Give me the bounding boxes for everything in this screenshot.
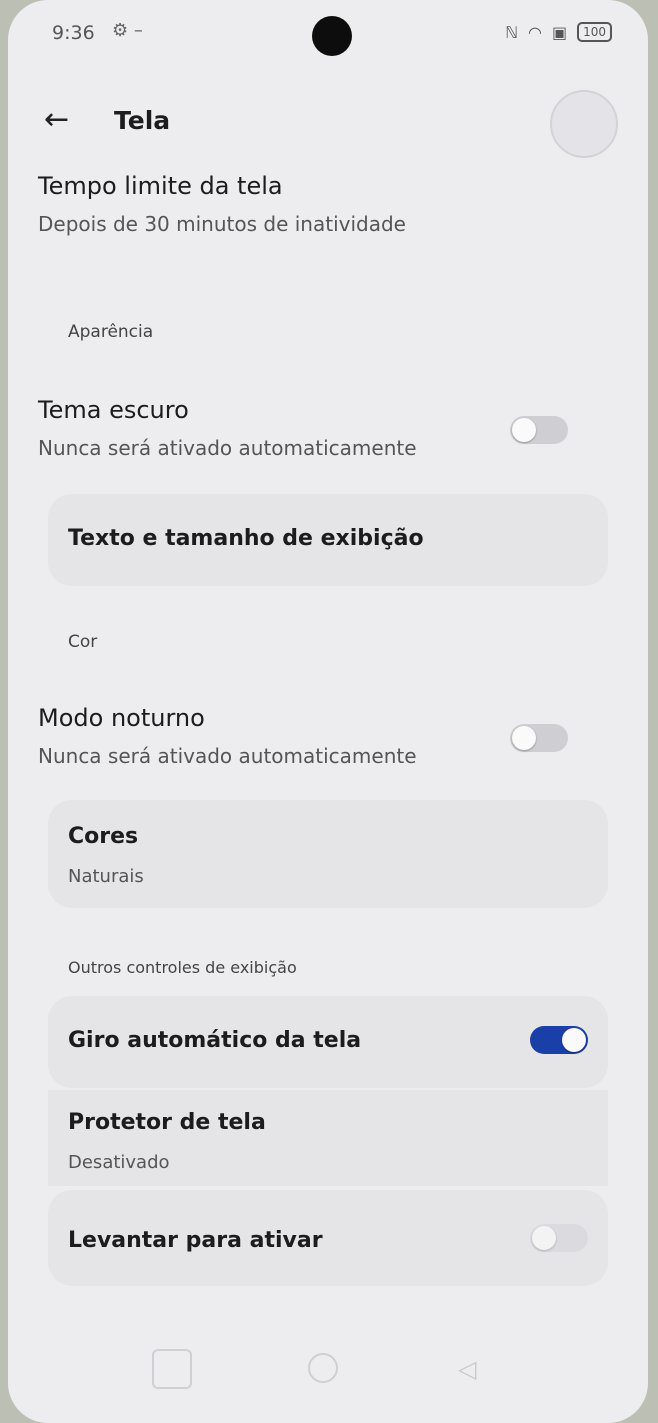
text-size-title: Texto e tamanho de exibição bbox=[68, 526, 424, 551]
auto-rotate-card[interactable]: Giro automático da tela bbox=[48, 996, 608, 1088]
navigation-bar: ◁ bbox=[8, 1333, 648, 1423]
nfc-icon: ℕ bbox=[505, 22, 518, 42]
status-bar: 9:36 ⚙ – ℕ ◠ ▣ 100 bbox=[8, 0, 648, 68]
phone-screen: 9:36 ⚙ – ℕ ◠ ▣ 100 ← Tela Tempo limite d… bbox=[8, 0, 648, 1423]
lift-to-wake-toggle[interactable] bbox=[530, 1224, 588, 1252]
status-right-icons: ℕ ◠ ▣ 100 bbox=[505, 22, 612, 42]
camera-cutout bbox=[312, 16, 352, 56]
home-icon[interactable] bbox=[308, 1353, 338, 1383]
avatar[interactable] bbox=[550, 90, 618, 158]
screen-timeout-subtitle: Depois de 30 minutos de inatividade bbox=[38, 212, 406, 236]
page-title: Tela bbox=[114, 106, 171, 135]
colors-card[interactable]: Cores Naturais bbox=[48, 800, 608, 908]
screen-timeout-item[interactable]: Tempo limite da tela Depois de 30 minuto… bbox=[38, 172, 608, 236]
lift-to-wake-title: Levantar para ativar bbox=[68, 1228, 323, 1253]
status-time: 9:36 bbox=[52, 22, 95, 44]
wifi-icon: ◠ bbox=[528, 22, 542, 42]
colors-subtitle: Naturais bbox=[68, 866, 144, 887]
screen-timeout-title: Tempo limite da tela bbox=[38, 172, 283, 200]
screensaver-card[interactable]: Protetor de tela Desativado bbox=[48, 1090, 608, 1186]
dark-theme-toggle[interactable] bbox=[510, 416, 568, 444]
nav-back-icon[interactable]: ◁ bbox=[458, 1355, 476, 1383]
section-color: Cor bbox=[68, 632, 98, 652]
night-mode-item[interactable]: Modo noturno Nunca será ativado automati… bbox=[38, 704, 608, 784]
auto-rotate-title: Giro automático da tela bbox=[68, 1028, 362, 1053]
sim-icon: ▣ bbox=[551, 22, 568, 42]
auto-rotate-toggle[interactable] bbox=[530, 1026, 588, 1054]
status-app-icons: ⚙ – bbox=[112, 20, 143, 41]
screensaver-title: Protetor de tela bbox=[68, 1110, 266, 1135]
header: ← Tela bbox=[8, 80, 648, 168]
section-other-controls: Outros controles de exibição bbox=[68, 958, 297, 977]
text-size-card[interactable]: Texto e tamanho de exibição bbox=[48, 494, 608, 586]
screensaver-subtitle: Desativado bbox=[68, 1152, 170, 1173]
night-mode-toggle[interactable] bbox=[510, 724, 568, 752]
section-appearance: Aparência bbox=[68, 322, 154, 342]
back-arrow-icon[interactable]: ← bbox=[44, 100, 84, 140]
dark-theme-item[interactable]: Tema escuro Nunca será ativado automatic… bbox=[38, 396, 608, 476]
colors-title: Cores bbox=[68, 824, 139, 849]
lift-to-wake-card[interactable]: Levantar para ativar bbox=[48, 1190, 608, 1286]
recents-icon[interactable] bbox=[152, 1349, 192, 1389]
battery-icon: 100 bbox=[577, 22, 612, 42]
